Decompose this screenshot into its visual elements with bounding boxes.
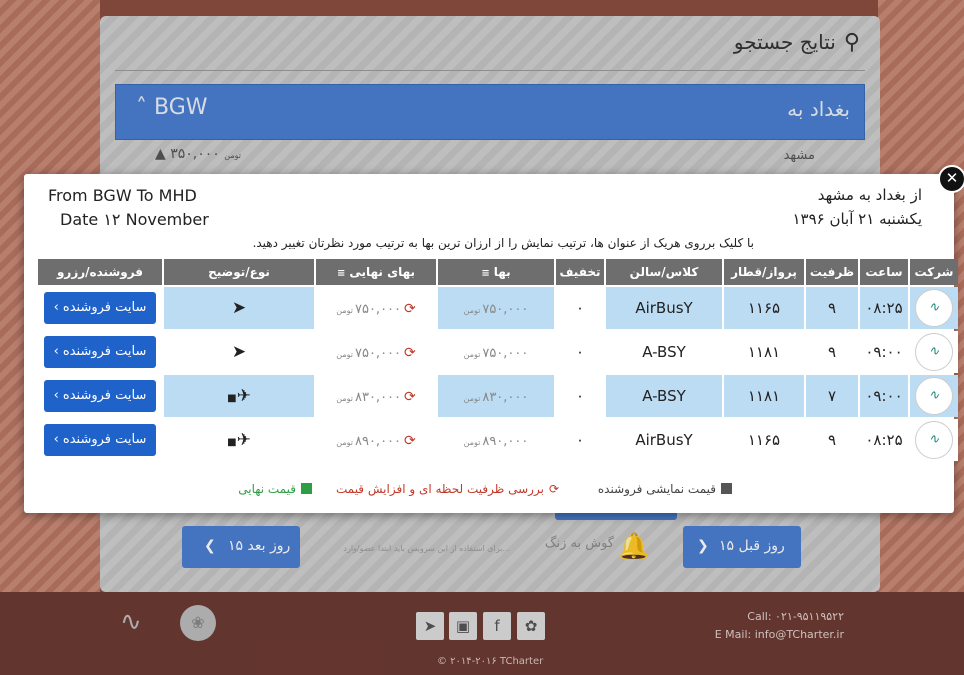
green-square-icon <box>301 483 312 494</box>
paper-plane-icon: ➤ <box>231 298 247 318</box>
seller-site-button[interactable]: سایت فروشنده › <box>44 424 156 456</box>
airline-logo-icon: ∿ <box>915 289 953 327</box>
sort-icon: ≡ <box>336 268 346 279</box>
refresh-icon: ⟳ <box>548 482 559 496</box>
table-header-row: شرکت ساعت ظرفیت پرواز/قطار کلاس/سالن تخف… <box>38 259 958 285</box>
legend-seller-price: قیمت نمایشی فروشنده <box>598 482 732 496</box>
seller-site-button[interactable]: سایت فروشنده › <box>44 380 156 412</box>
col-type[interactable]: نوع/توضیح <box>164 259 314 285</box>
route-en: From BGW To MHD <box>48 186 197 205</box>
col-time[interactable]: ساعت <box>860 259 908 285</box>
gray-square-icon <box>721 483 732 494</box>
col-seller[interactable]: فروشنده/رزرو <box>38 259 162 285</box>
legend-capacity-check: ⟳بررسی ظرفیت لحظه ای و افزایش قیمت <box>335 482 559 496</box>
date-fa: یکشنبه ۲۱ آبان ۱۳۹۶ <box>792 210 922 228</box>
col-discount[interactable]: تخفیف <box>556 259 604 285</box>
seller-site-button[interactable]: سایت فروشنده › <box>44 336 156 368</box>
col-price[interactable]: بها≡ <box>438 259 554 285</box>
refresh-icon[interactable]: ⟳ <box>404 345 416 361</box>
refresh-icon[interactable]: ⟳ <box>404 301 416 317</box>
seller-site-button[interactable]: سایت فروشنده › <box>44 292 156 324</box>
plane-luggage-icon: ✈■ <box>227 430 251 450</box>
table-row: ∿ ۰۹:۰۰ ۷ ۱۱۸۱ A-BSY ۰ ۸۳۰,۰۰۰تومن ⟳۸۳۰,… <box>38 375 958 417</box>
legend: قیمت نمایشی فروشنده ⟳بررسی ظرفیت لحظه ای… <box>24 482 954 502</box>
table-row: ∿ ۰۸:۲۵ ۹ ۱۱۶۵ AirBusY ۰ ۸۹۰,۰۰۰تومن ⟳۸۹… <box>38 419 958 461</box>
close-icon[interactable]: ✕ <box>938 165 964 193</box>
flight-details-modal: From BGW To MHD Date ۱۲ November از بغدا… <box>24 174 958 513</box>
results-table: شرکت ساعت ظرفیت پرواز/قطار کلاس/سالن تخف… <box>36 257 960 463</box>
route-fa: از بغداد به مشهد <box>817 186 922 204</box>
table-row: ∿ ۰۸:۲۵ ۹ ۱۱۶۵ AirBusY ۰ ۷۵۰,۰۰۰تومن ⟳۷۵… <box>38 287 958 329</box>
legend-final-price: قیمت نهایی <box>238 482 312 496</box>
col-capacity[interactable]: ظرفیت <box>806 259 858 285</box>
airline-logo-icon: ∿ <box>915 421 953 459</box>
col-flight[interactable]: پرواز/قطار <box>724 259 804 285</box>
table-row: ∿ ۰۹:۰۰ ۹ ۱۱۸۱ A-BSY ۰ ۷۵۰,۰۰۰تومن ⟳۷۵۰,… <box>38 331 958 373</box>
paper-plane-icon: ➤ <box>231 342 247 362</box>
col-final-price[interactable]: بهای نهایی≡ <box>316 259 436 285</box>
plane-luggage-icon: ✈■ <box>227 386 251 406</box>
refresh-icon[interactable]: ⟳ <box>404 433 416 449</box>
sort-icon: ≡ <box>481 268 490 279</box>
sort-hint: با کلیک برروی هریک از عنوان ها، ترتیب نم… <box>252 236 754 250</box>
airline-logo-icon: ∿ <box>915 377 953 415</box>
refresh-icon[interactable]: ⟳ <box>404 389 416 405</box>
airline-logo-icon: ∿ <box>915 333 953 371</box>
col-class[interactable]: کلاس/سالن <box>606 259 722 285</box>
date-en: Date ۱۲ November <box>60 210 209 229</box>
col-airline[interactable]: شرکت <box>910 259 958 285</box>
